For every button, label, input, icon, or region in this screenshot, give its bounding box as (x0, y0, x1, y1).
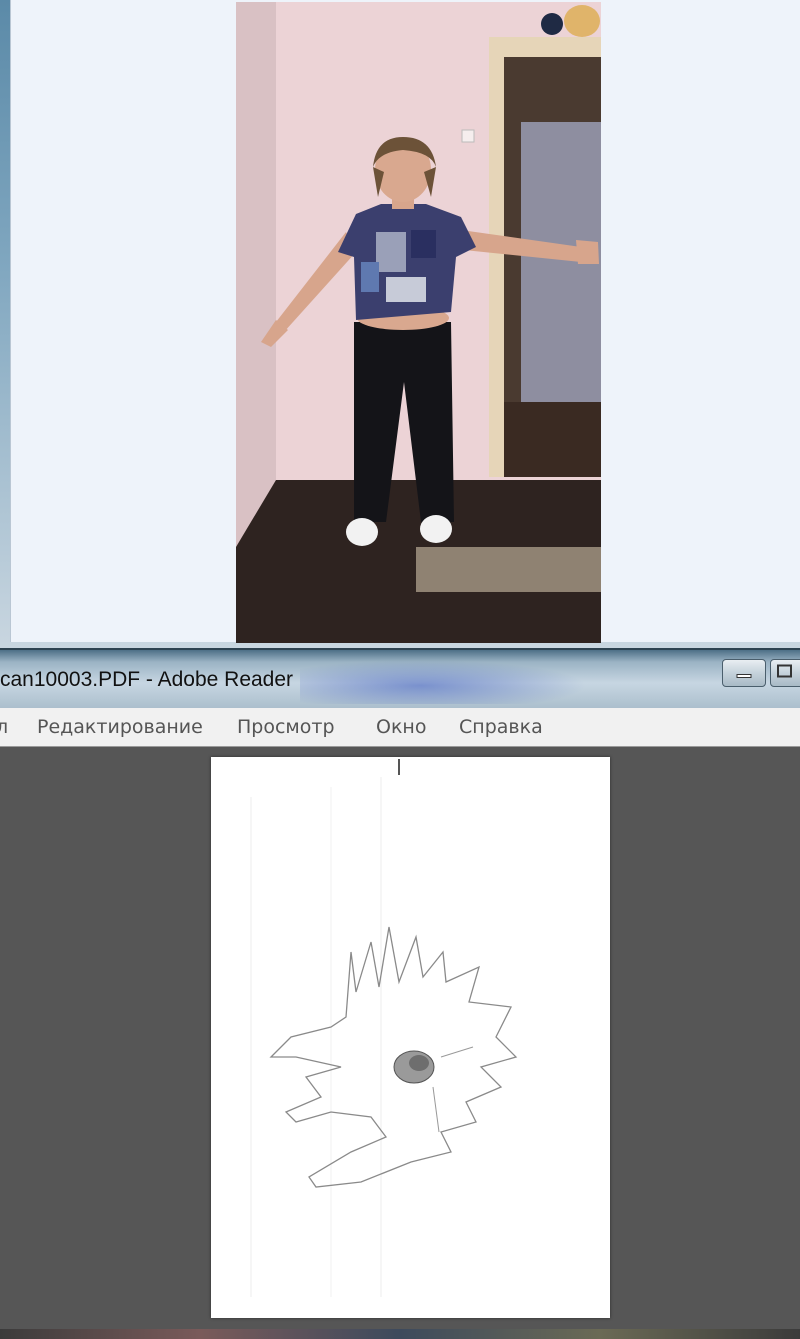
menu-window[interactable]: Окно (376, 716, 426, 738)
adobe-reader-window: can10003.PDF - Adobe Reader л Редактиров… (0, 648, 800, 1339)
photo-illustration (236, 2, 601, 643)
image-viewer-window (0, 0, 800, 648)
menu-help[interactable]: Справка (459, 716, 543, 738)
menu-file[interactable]: л (0, 716, 8, 738)
maximize-icon (777, 664, 793, 683)
minimize-icon (736, 664, 752, 683)
pdf-page (211, 757, 610, 1318)
scanned-sketch (250, 759, 518, 1297)
window-title: can10003.PDF - Adobe Reader (0, 668, 294, 691)
document-area[interactable] (0, 747, 800, 1329)
menu-view[interactable]: Просмотр (237, 716, 335, 738)
menu-edit[interactable]: Редактирование (37, 716, 203, 738)
title-bar[interactable]: can10003.PDF - Adobe Reader (0, 648, 800, 710)
image-viewer-canvas (10, 0, 800, 643)
taskbar-strip (0, 1329, 800, 1339)
menu-bar: л Редактирование Просмотр Окно Справка (0, 708, 800, 747)
minimize-button[interactable] (722, 659, 766, 687)
photo-woman-standing (236, 2, 601, 643)
maximize-button[interactable] (770, 659, 800, 687)
